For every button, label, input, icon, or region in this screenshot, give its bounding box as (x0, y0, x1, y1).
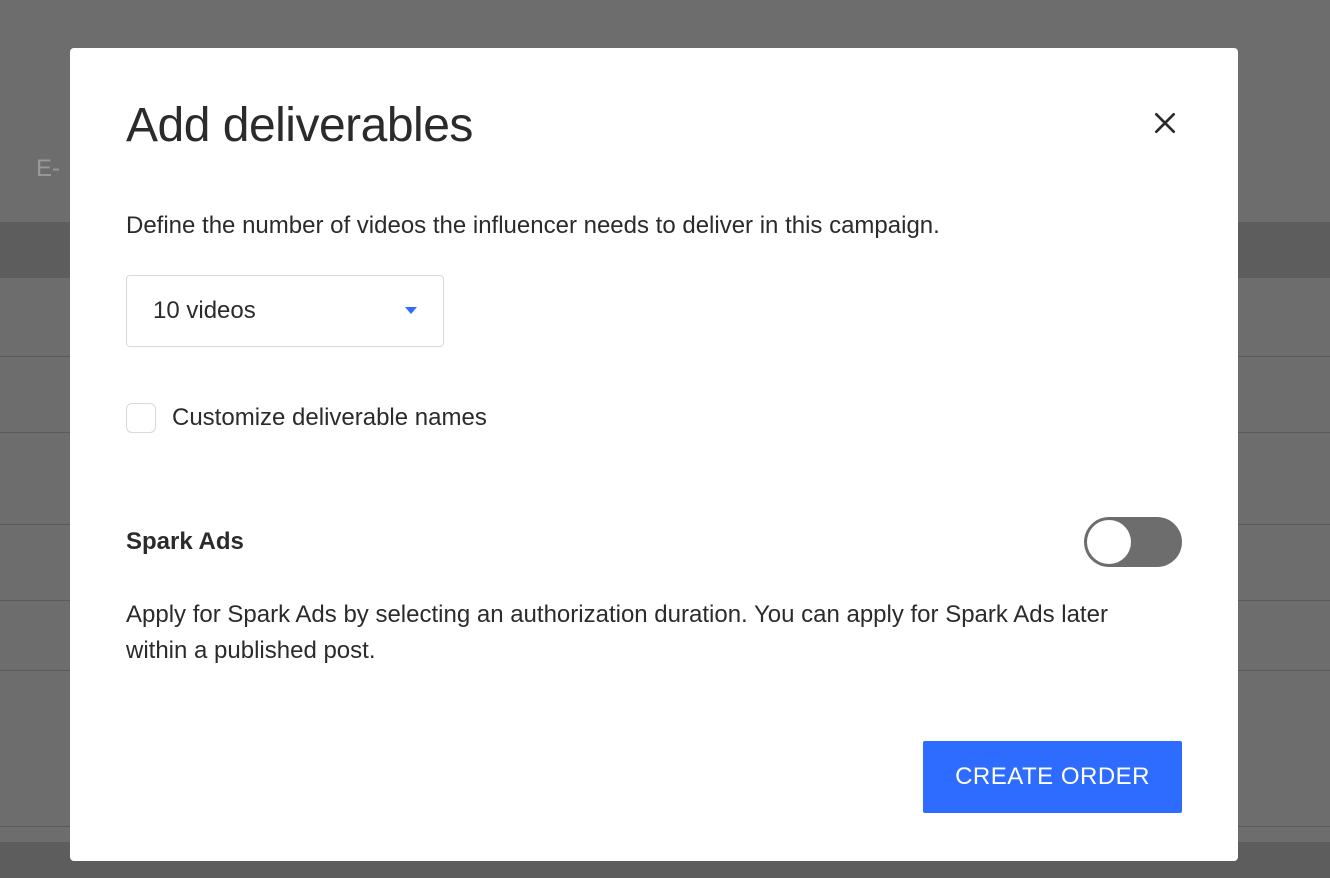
modal-footer: CREATE ORDER (126, 741, 1182, 813)
customize-names-checkbox[interactable] (126, 403, 156, 433)
backdrop-partial-text: E- (36, 155, 60, 183)
spark-ads-description: Apply for Spark Ads by selecting an auth… (126, 597, 1166, 669)
modal-title: Add deliverables (126, 98, 473, 153)
close-icon (1152, 110, 1178, 136)
video-count-select[interactable]: 10 videos (126, 275, 444, 347)
create-order-button[interactable]: CREATE ORDER (923, 741, 1182, 813)
customize-names-row: Customize deliverable names (126, 403, 1182, 433)
spark-ads-title: Spark Ads (126, 528, 244, 556)
customize-names-label: Customize deliverable names (172, 404, 487, 432)
toggle-knob (1087, 520, 1131, 564)
close-button[interactable] (1148, 106, 1182, 140)
video-count-value: 10 videos (153, 297, 256, 325)
modal-description: Define the number of videos the influenc… (126, 209, 1182, 243)
chevron-down-icon (405, 307, 417, 314)
spark-ads-header: Spark Ads (126, 517, 1182, 567)
add-deliverables-modal: Add deliverables Define the number of vi… (70, 48, 1238, 861)
modal-header: Add deliverables (126, 98, 1182, 153)
spark-ads-section: Spark Ads Apply for Spark Ads by selecti… (126, 517, 1182, 669)
spark-ads-toggle[interactable] (1084, 517, 1182, 567)
